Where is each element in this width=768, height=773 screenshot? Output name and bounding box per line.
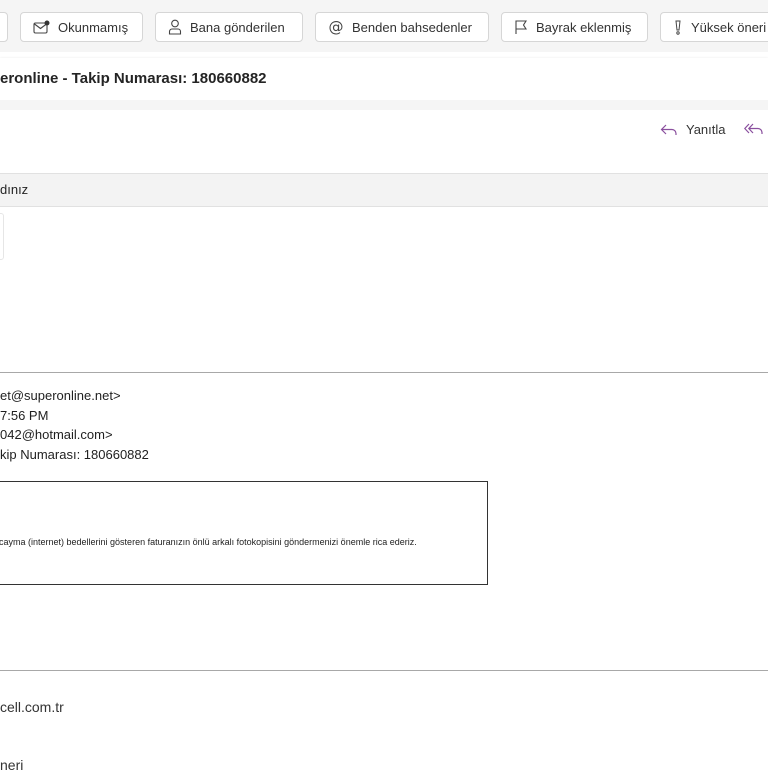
filter-label: Okunmamış [58, 19, 129, 35]
signature-line: cell.com.tr [0, 699, 64, 715]
filter-to-me-button[interactable]: Bana gönderilen [155, 12, 303, 42]
envelope-dot-icon [33, 20, 50, 34]
at-icon: @ [329, 19, 344, 35]
filter-label: Bayrak eklenmiş [536, 19, 632, 35]
header-from: et@superonline.net> [0, 388, 121, 403]
flag-icon [515, 20, 527, 34]
svg-text:@: @ [329, 19, 344, 35]
person-icon [168, 19, 182, 35]
reply-label: Yanıtla [686, 122, 726, 137]
attachment-card[interactable] [0, 213, 4, 260]
separator [0, 372, 768, 373]
filter-label: Benden bahsedenler [352, 19, 472, 35]
filter-mentions-button[interactable]: @ Benden bahsedenler [315, 12, 489, 42]
filter-label: Yüksek öneri [691, 19, 767, 35]
filter-label: Bana gönderilen [190, 19, 285, 35]
filter-flagged-button[interactable]: Bayrak eklenmiş [501, 12, 648, 42]
notice-box: cayma (internet) bedellerini gösteren fa… [0, 481, 488, 585]
exclamation-icon [675, 20, 681, 35]
filter-unread-button[interactable]: Okunmamış [20, 12, 143, 42]
reply-all-icon [744, 123, 763, 134]
filter-high-importance-button[interactable]: Yüksek öneri [660, 12, 768, 42]
header-sent: 7:56 PM [0, 407, 49, 423]
header-subject: kip Numarası: 180660882 [0, 446, 149, 462]
info-bar: dınız [0, 173, 768, 207]
forwarded-header: et@superonline.net> 7:56 PM 042@hotmail.… [0, 386, 149, 464]
message-subject: eronline - Takip Numarası: 180660882 [0, 58, 768, 100]
reply-button[interactable]: Yanıtla [660, 122, 726, 137]
divider [0, 100, 768, 110]
filter-button-partial[interactable] [0, 12, 8, 42]
reply-icon [660, 124, 677, 135]
signature-line: neri [0, 757, 24, 773]
reply-all-button[interactable] [744, 122, 768, 136]
header-to: 042@hotmail.com> [0, 427, 113, 442]
filter-bar: Okunmamış Bana gönderilen @ Benden bahse… [0, 0, 768, 52]
separator [0, 670, 768, 671]
notice-text: cayma (internet) bedellerini gösteren fa… [0, 537, 417, 547]
